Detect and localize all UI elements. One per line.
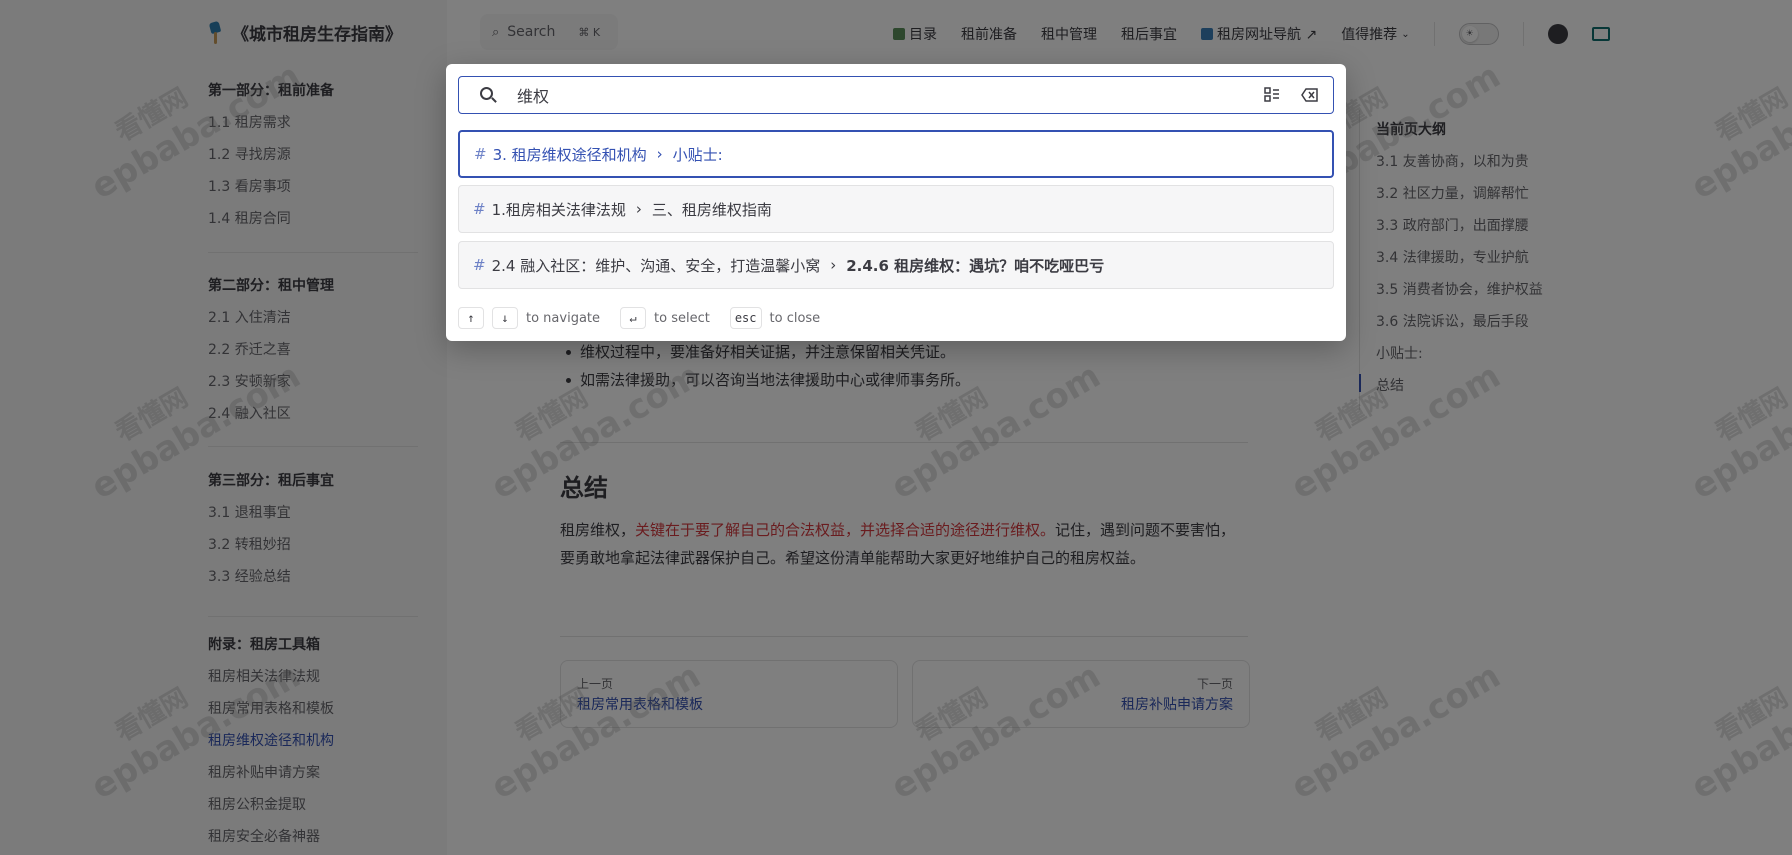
result-title: 小贴士: [672,145,723,164]
search-result[interactable]: # 2.4 融入社区：维护、沟通、安全，打造温馨小窝 › 2.4.6 租房维权：… [458,241,1334,289]
esc-key: esc [729,307,762,329]
result-title: 2.4.6 租房维权：遇坑？咱不吃哑巴亏 [846,256,1105,275]
search-result[interactable]: # 1.租房相关法律法规 › 三、租房维权指南 [458,185,1334,233]
modal-footer: ↑ ↓ to navigate ↵ to select esc to close [458,307,820,329]
search-result-selected[interactable]: # 3. 租房维权途径和机构 › 小贴士: [458,130,1334,178]
navigate-hint: to navigate [526,310,601,326]
detail-view-toggle-icon[interactable] [1261,84,1283,106]
chevron-right-icon: › [635,200,642,218]
hash-icon: # [473,256,486,274]
result-path: 3. 租房维权途径和机构 [492,145,647,164]
select-hint: to select [654,310,710,326]
hash-icon: # [473,200,486,218]
close-hint: to close [769,310,821,326]
modal-search-bar [458,76,1334,114]
enter-icon: ↵ [620,307,647,329]
chevron-right-icon: › [830,256,837,274]
arrow-up-icon: ↑ [458,307,484,329]
arrow-down-icon: ↓ [492,307,518,329]
hash-icon: # [474,145,487,163]
result-title: 三、租房维权指南 [651,200,772,219]
search-modal: # 3. 租房维权途径和机构 › 小贴士: # 1.租房相关法律法规 › 三、租… [446,64,1346,341]
search-input[interactable] [517,85,1245,105]
chevron-right-icon: › [656,145,663,163]
clear-input-icon[interactable] [1299,84,1321,106]
result-path: 2.4 融入社区：维护、沟通、安全，打造温馨小窝 [491,256,821,275]
result-path: 1.租房相关法律法规 [491,200,626,219]
search-icon [479,86,497,104]
